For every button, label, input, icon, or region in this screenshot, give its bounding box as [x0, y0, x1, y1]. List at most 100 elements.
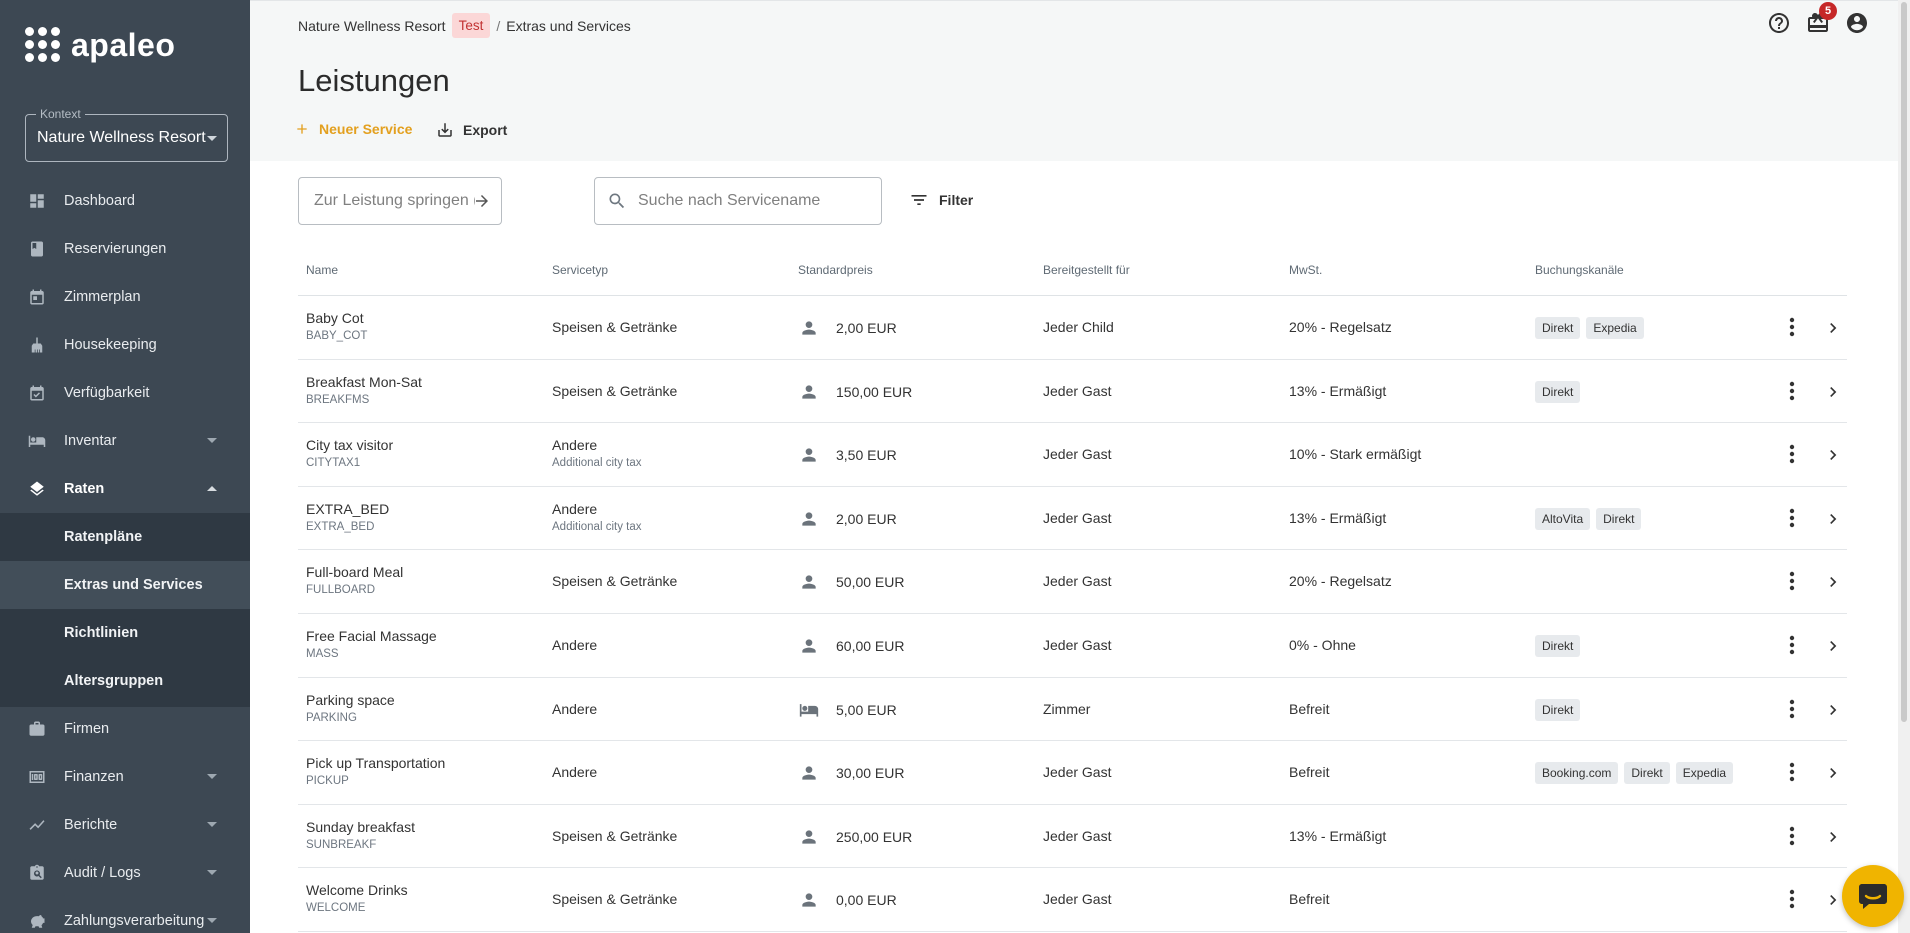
sidebar-item-raten[interactable]: Raten [0, 467, 250, 511]
chevron-right-icon[interactable] [1823, 509, 1843, 529]
table-row[interactable]: City tax visitor CITYTAX1 Andere Additional… [298, 423, 1847, 487]
chevron-right-icon[interactable] [1823, 890, 1843, 910]
sidebar-subitem-ratenplaene[interactable]: Ratenpläne [0, 513, 250, 561]
table-row[interactable]: Full-board Meal FULLBOARD Speisen & Geträn… [298, 550, 1847, 614]
more-vert-icon[interactable] [1788, 761, 1796, 783]
service-type-description: Additional city tax [552, 520, 642, 533]
service-name-cell: Full-board Meal FULLBOARD [306, 564, 403, 596]
more-vert-icon[interactable] [1788, 443, 1796, 465]
sidebar-item-reservierungen[interactable]: Reservierungen [0, 227, 250, 271]
jump-to-service-field[interactable] [298, 177, 502, 225]
sidebar: apaleo Kontext Nature Wellness Resort Da… [0, 0, 250, 933]
export-button[interactable]: Export [436, 121, 507, 139]
more-vert-icon[interactable] [1788, 634, 1796, 656]
sidebar-item-label: Berichte [64, 817, 118, 833]
column-header-type[interactable]: Servicetyp [552, 263, 608, 277]
price-value: 250,00 EUR [836, 828, 913, 845]
service-code: WELCOME [306, 902, 366, 915]
person-icon [802, 321, 816, 335]
sidebar-item-label: Dashboard [64, 193, 135, 209]
page-scrollbar[interactable] [1898, 0, 1910, 933]
service-search-field[interactable] [594, 177, 882, 225]
sidebar-item-zimmerplan[interactable]: Zimmerplan [0, 275, 250, 319]
vat-cell: 20% - Regelsatz [1289, 573, 1392, 590]
column-header-channels[interactable]: Buchungskanäle [1535, 263, 1624, 277]
sidebar-item-inventar[interactable]: Inventar [0, 419, 250, 463]
table-row[interactable]: Breakfast Mon-Sat BREAKFMS Speisen & Geträ… [298, 360, 1847, 424]
apaleo-logo[interactable]: apaleo [25, 27, 175, 63]
sidebar-item-label: Verfügbarkeit [64, 385, 150, 401]
table-row[interactable]: Sunday breakfast SUNBREAKF Speisen & Geträ… [298, 805, 1847, 869]
channels-cell: Direkt [1535, 634, 1586, 657]
jump-to-service-input[interactable] [314, 192, 475, 210]
account-icon[interactable] [1845, 11, 1869, 35]
filter-button[interactable]: Filter [909, 190, 973, 210]
sidebar-item-berichte[interactable]: Berichte [0, 803, 250, 847]
more-vert-icon[interactable] [1788, 316, 1796, 338]
service-type-cell: Andere Additional city tax [552, 437, 642, 469]
service-type: Speisen & Getränke [552, 319, 678, 335]
channel-chip: Expedia [1675, 762, 1734, 785]
chevron-right-icon[interactable] [1823, 445, 1843, 465]
more-vert-icon[interactable] [1788, 888, 1796, 910]
context-select[interactable]: Kontext Nature Wellness Resort [25, 107, 228, 162]
service-name-cell: Breakfast Mon-Sat BREAKFMS [306, 374, 422, 406]
sidebar-item-label: Zimmerplan [64, 289, 141, 305]
sidebar-item-audit-logs[interactable]: Audit / Logs [0, 851, 250, 895]
chevron-right-icon[interactable] [1823, 636, 1843, 656]
person-icon [802, 448, 816, 462]
column-header-provided-for[interactable]: Bereitgestellt für [1043, 263, 1130, 277]
more-vert-icon[interactable] [1788, 380, 1796, 402]
sidebar-subitem-altersgruppen[interactable]: Altersgruppen [0, 657, 250, 705]
book-icon [31, 241, 43, 257]
table-row[interactable]: Baby Cot BABY_COT Speisen & Getränke 2,00 E… [298, 296, 1847, 360]
filter-icon [911, 195, 927, 205]
sidebar-subitem-richtlinien[interactable]: Richtlinien [0, 609, 250, 657]
sidebar-item-finanzen[interactable]: Finanzen [0, 755, 250, 799]
more-vert-icon[interactable] [1788, 507, 1796, 529]
vat-cell: 0% - Ohne [1289, 636, 1356, 653]
chat-icon [1859, 884, 1887, 909]
arrow-right-icon[interactable] [473, 192, 491, 210]
table-row[interactable]: EXTRA_BED EXTRA_BED Andere Additional city … [298, 487, 1847, 551]
help-icon[interactable] [1767, 11, 1791, 35]
chevron-right-icon[interactable] [1823, 700, 1843, 720]
more-vert-icon[interactable] [1788, 570, 1796, 592]
sidebar-item-firmen[interactable]: Firmen [0, 707, 250, 751]
table-row[interactable]: Parking space PARKING Andere 5,00 EUR Zimmer… [298, 678, 1847, 742]
breadcrumb-property[interactable]: Nature Wellness Resort [298, 18, 446, 34]
service-code: CITYTAX1 [306, 457, 361, 470]
price-value: 5,00 EUR [836, 701, 897, 718]
caret-down-icon [207, 438, 217, 443]
provided-for-cell: Jeder Gast [1043, 636, 1112, 653]
channel-chip: Booking.com [1535, 762, 1619, 785]
more-vert-icon[interactable] [1788, 698, 1796, 720]
provided-for-cell: Jeder Gast [1043, 509, 1112, 526]
caret-down-icon [207, 136, 217, 141]
table-row[interactable]: Welcome Drinks WELCOME Speisen & Getränke 0… [298, 868, 1847, 932]
chevron-right-icon[interactable] [1823, 763, 1843, 783]
column-header-vat[interactable]: MwSt. [1289, 263, 1322, 277]
service-name: City tax visitor [306, 437, 394, 454]
table-row[interactable]: Pick up Transportation PICKUP Andere 30,00 … [298, 741, 1847, 805]
new-service-button[interactable]: Neuer Service [294, 121, 412, 137]
chevron-right-icon[interactable] [1823, 572, 1843, 592]
chat-launcher-button[interactable] [1842, 865, 1904, 927]
table-row[interactable]: Free Facial Massage MASS Andere 60,00 EUR Je… [298, 614, 1847, 678]
sidebar-item-verfuegbarkeit[interactable]: Verfügbarkeit [0, 371, 250, 415]
column-header-name[interactable]: Name [306, 263, 338, 277]
chevron-right-icon[interactable] [1823, 382, 1843, 402]
page-header: Nature Wellness Resort Test / Extras und… [250, 0, 1910, 161]
chevron-right-icon[interactable] [1823, 827, 1843, 847]
more-vert-icon[interactable] [1788, 825, 1796, 847]
column-header-price[interactable]: Standardpreis [798, 263, 873, 277]
service-search-input[interactable] [638, 192, 881, 210]
sidebar-item-zahlungsverarbeitung[interactable]: Zahlungsverarbeitung [0, 899, 250, 933]
vat-cell: 13% - Ermäßigt [1289, 382, 1387, 399]
chevron-right-icon[interactable] [1823, 318, 1843, 338]
sidebar-item-dashboard[interactable]: Dashboard [0, 179, 250, 223]
service-name: Full-board Meal [306, 564, 404, 581]
sidebar-subitem-extras-und-services[interactable]: Extras und Services [0, 561, 250, 609]
sidebar-item-housekeeping[interactable]: Housekeeping [0, 323, 250, 367]
scrollbar-thumb[interactable] [1901, 2, 1907, 722]
